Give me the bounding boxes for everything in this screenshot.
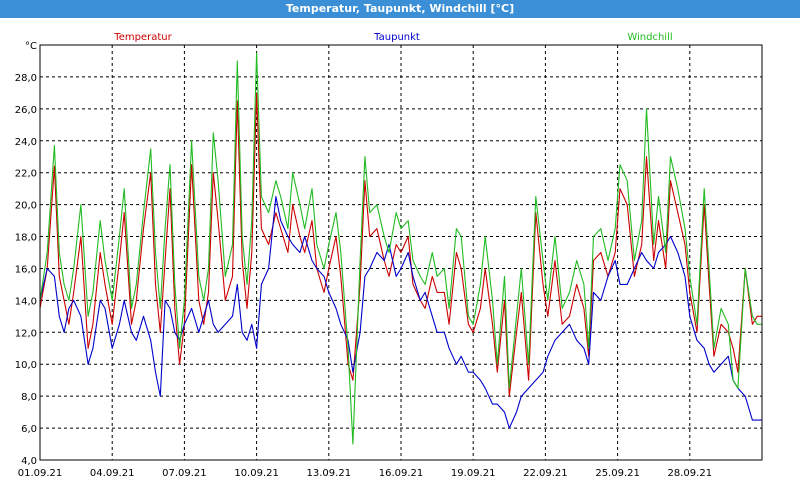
x-tick-label: 16.09.21 (379, 468, 424, 479)
y-unit-label: °C (25, 41, 37, 52)
x-tick-label: 04.09.21 (90, 468, 135, 479)
y-tick-label: 28,0 (15, 73, 37, 84)
x-tick-label: 07.09.21 (162, 468, 207, 479)
y-tick-label: 20,0 (15, 201, 37, 212)
x-tick-label: 25.09.21 (595, 468, 640, 479)
y-tick-label: 4,0 (21, 456, 37, 467)
y-tick-label: 12,0 (15, 328, 37, 339)
x-tick-label: 28.09.21 (668, 468, 713, 479)
legend-layer: Temperatur Taupunkt Windchill (113, 32, 672, 43)
x-tick-label: 10.09.21 (234, 468, 279, 479)
legend-label-taupunkt: Taupunkt (373, 32, 420, 43)
y-tick-label: 8,0 (21, 392, 37, 403)
y-tick-label: 14,0 (15, 296, 37, 307)
x-tick-label: 19.09.21 (451, 468, 496, 479)
chart-window-title: Temperatur, Taupunkt, Windchill [°C] (0, 0, 800, 18)
legend-label-temperatur: Temperatur (113, 32, 172, 43)
x-tick-label: 22.09.21 (523, 468, 568, 479)
y-tick-label: 22,0 (15, 169, 37, 180)
y-tick-label: 18,0 (15, 233, 37, 244)
line-chart: 4,0 6,0 8,0 10,0 12,0 14,0 16,0 18,0 20,0 22,0 24,… (15, 32, 763, 479)
y-tick-label: 6,0 (21, 424, 37, 435)
chart-panel: 4,0 6,0 8,0 10,0 12,0 14,0 16,0 18,0 20,0 22,0 24,… (0, 18, 800, 500)
x-tick-label: 01.09.21 (18, 468, 63, 479)
y-tick-label: 26,0 (15, 105, 37, 116)
y-tick-label: 24,0 (15, 137, 37, 148)
y-tick-label: 16,0 (15, 264, 37, 275)
legend-label-windchill: Windchill (627, 32, 672, 43)
x-tick-label: 13.09.21 (307, 468, 352, 479)
y-tick-label: 10,0 (15, 360, 37, 371)
